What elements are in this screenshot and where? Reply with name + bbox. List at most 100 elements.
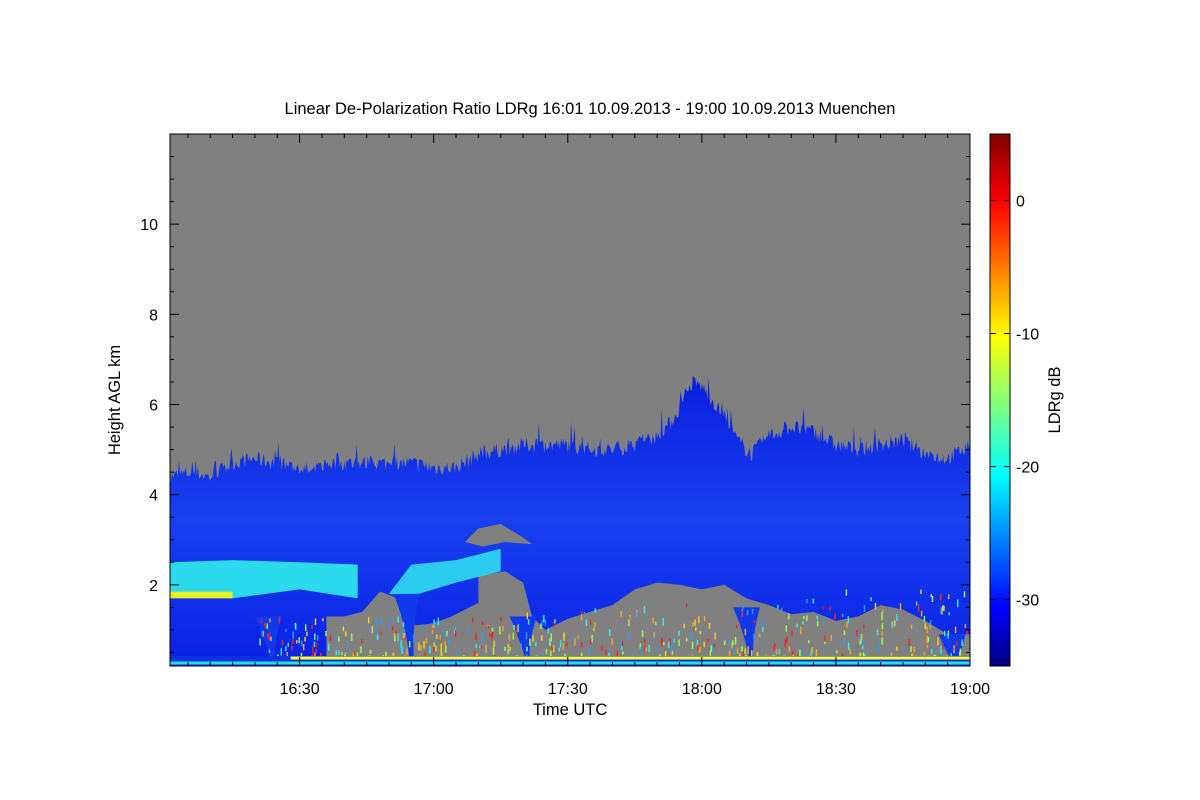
- noise-speckle: [920, 589, 922, 595]
- noise-speckle: [641, 630, 644, 638]
- noise-speckle: [404, 636, 406, 640]
- noise-speckle: [601, 645, 603, 651]
- noise-speckle: [480, 645, 482, 649]
- noise-speckle: [860, 634, 863, 640]
- noise-speckle: [915, 601, 918, 606]
- noise-speckle: [507, 648, 509, 654]
- noise-speckle: [328, 643, 330, 651]
- noise-speckle: [278, 616, 281, 624]
- noise-speckle: [956, 641, 958, 647]
- noise-speckle: [418, 642, 420, 651]
- noise-speckle: [694, 619, 696, 626]
- noise-speckle: [751, 608, 754, 615]
- noise-speckle: [313, 641, 316, 647]
- y-tick-label: 8: [149, 307, 158, 324]
- noise-speckle: [590, 638, 592, 645]
- noise-speckle: [571, 637, 574, 642]
- noise-speckle: [843, 638, 845, 645]
- noise-speckle: [467, 628, 469, 634]
- noise-speckle: [403, 633, 405, 638]
- noise-speckle: [746, 609, 749, 616]
- noise-speckle: [620, 640, 622, 647]
- noise-speckle: [360, 646, 362, 654]
- noise-speckle: [526, 646, 528, 652]
- noise-speckle: [504, 646, 506, 651]
- noise-speckle: [453, 627, 455, 631]
- noise-speckle: [788, 645, 790, 652]
- noise-speckle: [487, 625, 489, 630]
- noise-speckle: [742, 603, 744, 609]
- noise-speckle: [581, 652, 583, 657]
- noise-speckle: [583, 611, 586, 617]
- noise-speckle: [775, 648, 778, 655]
- noise-speckle: [338, 636, 340, 642]
- noise-speckle: [341, 651, 343, 656]
- colorbar: 0 -10 -20 -30 LDRg dB: [989, 133, 1064, 667]
- noise-speckle: [802, 649, 804, 658]
- noise-speckle: [929, 620, 932, 626]
- noise-speckle: [774, 643, 776, 648]
- noise-speckle: [673, 638, 675, 643]
- noise-speckle: [325, 631, 327, 637]
- noise-speckle: [369, 626, 371, 630]
- noise-speckle: [644, 645, 646, 652]
- noise-speckle: [345, 631, 347, 637]
- noise-speckle: [593, 627, 595, 632]
- noise-speckle: [917, 604, 920, 612]
- noise-speckle: [927, 637, 929, 642]
- y-tick-label: 6: [149, 398, 158, 415]
- noise-speckle: [423, 641, 425, 649]
- noise-speckle: [390, 618, 392, 623]
- colorbar-tick-label: 0: [1016, 194, 1025, 211]
- noise-speckle: [261, 630, 263, 637]
- noise-speckle: [685, 638, 688, 642]
- noise-speckle: [585, 619, 588, 626]
- noise-speckle: [924, 622, 926, 630]
- noise-speckle: [491, 627, 494, 632]
- noise-speckle: [549, 638, 551, 647]
- noise-speckle: [845, 589, 848, 596]
- noise-speckle: [744, 629, 747, 636]
- noise-speckle: [402, 628, 405, 635]
- noise-speckle: [566, 642, 568, 647]
- noise-speckle: [404, 632, 406, 637]
- noise-speckle: [559, 640, 562, 648]
- noise-speckle: [269, 618, 271, 623]
- x-tick-label: 18:00: [682, 681, 722, 698]
- noise-speckle: [862, 645, 864, 650]
- noise-speckle: [491, 633, 493, 640]
- colorbar-tick-label: -20: [1016, 460, 1039, 477]
- noise-speckle: [404, 648, 407, 652]
- noise-speckle: [425, 637, 428, 644]
- plot-area: [170, 134, 970, 666]
- noise-speckle: [741, 610, 743, 618]
- noise-speckle: [742, 651, 744, 657]
- noise-speckle: [857, 633, 860, 641]
- noise-speckle: [683, 623, 685, 629]
- x-tick-label: 18:30: [816, 681, 856, 698]
- colorbar-label: LDRg dB: [1046, 367, 1064, 434]
- noise-speckle: [662, 617, 664, 626]
- noise-speckle: [954, 626, 957, 634]
- noise-speckle: [500, 616, 502, 621]
- noise-speckle: [409, 641, 411, 648]
- noise-speckle: [655, 621, 657, 626]
- noise-speckle: [785, 625, 787, 632]
- noise-speckle: [540, 623, 542, 629]
- noise-speckle: [961, 639, 963, 646]
- noise-speckle: [815, 649, 818, 658]
- noise-speckle: [439, 635, 441, 640]
- noise-speckle: [454, 630, 457, 637]
- noise-speckle: [640, 647, 642, 653]
- noise-speckle: [799, 649, 801, 657]
- noise-speckle: [736, 647, 739, 655]
- noise-speckle: [710, 645, 712, 652]
- noise-speckle: [753, 633, 755, 640]
- noise-speckle: [400, 640, 402, 649]
- noise-speckle: [547, 628, 550, 634]
- noise-speckle: [894, 620, 896, 627]
- noise-speckle: [784, 639, 786, 648]
- noise-speckle: [691, 641, 694, 649]
- noise-speckle: [472, 617, 474, 623]
- noise-speckle: [520, 643, 522, 648]
